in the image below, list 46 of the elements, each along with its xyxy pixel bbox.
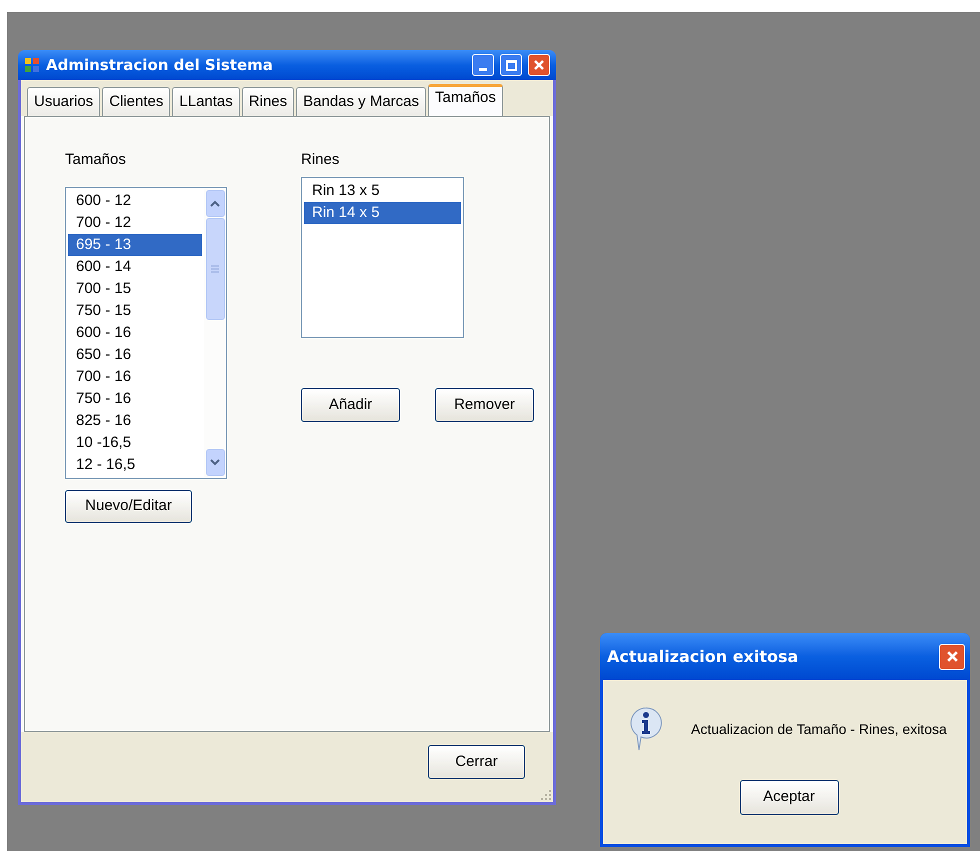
info-icon [629,706,663,752]
scroll-down-icon[interactable] [206,449,224,476]
rims-label: Rines [301,151,340,169]
list-item[interactable]: 750 - 15 [68,300,202,322]
minimize-button[interactable] [472,54,494,76]
list-item[interactable]: 600 - 16 [68,322,202,344]
list-item[interactable]: 600 - 12 [68,190,202,212]
action-button[interactable]: Añadir [301,388,400,422]
list-item[interactable]: 600 - 14 [68,256,202,278]
window-title: Adminstracion del Sistema [46,54,274,76]
resize-grip-icon[interactable] [541,790,551,800]
app-icon [24,57,40,73]
action-button[interactable]: Remover [435,388,534,422]
scroll-thumb[interactable] [206,218,224,320]
list-item[interactable]: 650 - 16 [68,344,202,366]
tab[interactable]: Rines [242,87,294,116]
tab[interactable]: Bandas y Marcas [296,87,426,116]
list-item[interactable]: 700 - 15 [68,278,202,300]
maximize-button[interactable] [500,54,522,76]
list-box[interactable]: Rin 13 x 5 Rin 14 x 5 [301,177,464,338]
tab[interactable]: Tamaños [428,84,503,116]
list-item[interactable]: Rin 14 x 5 [304,202,461,224]
list-box[interactable]: 600 - 12 700 - 12 695 - 13 600 - 14 700 - 15 750 - 15 600 - 16 650 - 16 700 - 16 750 - 16 825 - 16 10 -16,5 12 - 16,5 [65,187,227,479]
close-button[interactable] [939,644,965,670]
new-edit-button[interactable]: Nuevo/Editar [65,490,192,523]
list-item[interactable]: 700 - 12 [68,212,202,234]
close-icon [946,650,958,663]
close-button[interactable] [528,54,550,76]
list-item[interactable]: 700 - 16 [68,366,202,388]
list-item[interactable]: 750 - 16 [68,388,202,410]
close-icon [533,59,545,71]
tab[interactable]: Usuarios [27,87,100,116]
scrollbar[interactable] [204,188,226,478]
tab[interactable]: Clientes [102,87,170,116]
list-item[interactable]: Rin 13 x 5 [304,180,461,202]
close-dialog-button[interactable]: Cerrar [428,745,525,779]
list-item[interactable]: 695 - 13 [68,234,202,256]
list-item[interactable]: 12 - 16,5 [68,454,202,476]
list-item[interactable]: 10 -16,5 [68,432,202,454]
tab[interactable]: LLantas [172,87,240,116]
dialog-title: Actualizacion exitosa [607,646,800,668]
sizes-label: Tamaños [65,151,127,169]
accept-button[interactable]: Aceptar [740,780,838,815]
list-item[interactable]: 825 - 16 [68,410,202,432]
dialog-message: Actualizacion de Tamaño - Rines, exitosa [691,720,947,738]
scroll-up-icon[interactable] [206,190,224,217]
